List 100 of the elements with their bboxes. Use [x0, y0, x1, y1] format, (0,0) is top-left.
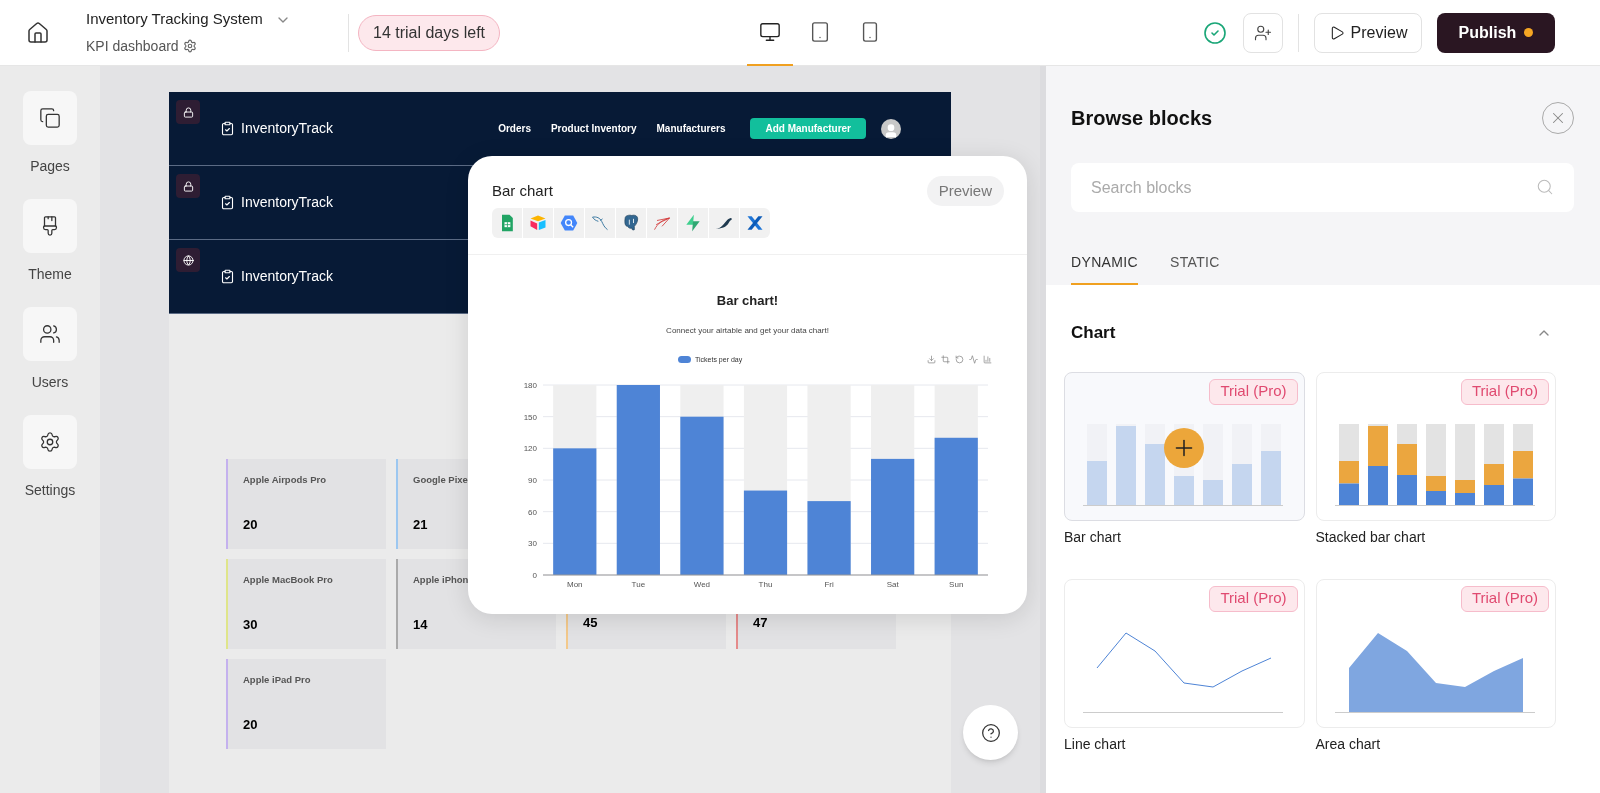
- lock-icon: [182, 180, 194, 192]
- tab[interactable]: STATIC: [1170, 252, 1220, 285]
- trial-badge: Trial (Pro): [1460, 585, 1549, 612]
- product-name: Google Pixe: [413, 473, 468, 487]
- users-icon: [39, 323, 61, 345]
- block-label: Bar chart: [1064, 527, 1122, 547]
- x-tick-label: Sun: [948, 580, 963, 589]
- check-circle-icon: [1203, 20, 1227, 45]
- bar: [1145, 443, 1165, 506]
- sidebar-button[interactable]: [23, 307, 77, 361]
- y-tick-label: 150: [523, 412, 537, 422]
- sidebar-label[interactable]: Settings: [24, 480, 76, 501]
- trial-badge: Trial (Pro): [1460, 378, 1549, 405]
- stock-count: 30: [243, 616, 258, 635]
- stock-count: 14: [413, 616, 428, 635]
- pages-icon: [39, 107, 61, 129]
- bar-segment: [1483, 484, 1504, 506]
- legend-swatch: [678, 356, 691, 364]
- x-tick-label: Sat: [886, 580, 899, 589]
- block-label: Line chart: [1064, 734, 1127, 754]
- page-name: KPI dashboard: [86, 36, 179, 56]
- bar-segment: [1483, 463, 1504, 485]
- avatar[interactable]: [881, 118, 901, 139]
- visibility-badge[interactable]: [176, 100, 200, 124]
- product-name: Apple MacBook Pro: [243, 573, 333, 587]
- bar-segment: [1338, 483, 1359, 506]
- sidebar-button[interactable]: [23, 415, 77, 469]
- x-tick-label: Wed: [693, 580, 710, 589]
- app-title: Inventory Tracking System: [86, 9, 263, 30]
- search-field[interactable]: Search blocks: [1071, 163, 1574, 212]
- section-title: Chart: [1071, 322, 1116, 344]
- popup-title: Bar chart: [492, 180, 553, 201]
- bar-segment: [1367, 465, 1388, 506]
- stock-count: 21: [413, 516, 428, 535]
- preview-button[interactable]: Preview: [1314, 12, 1422, 53]
- user-plus-icon: [1254, 23, 1272, 42]
- chart-title: Bar chart!: [716, 292, 779, 310]
- sidebar-button[interactable]: [23, 199, 77, 253]
- clipboard-icon: [220, 269, 235, 284]
- trial-badge: Trial (Pro): [1209, 378, 1298, 405]
- sidebar-button[interactable]: [23, 91, 77, 145]
- chart-subtitle: Connect your airtable and get your data chart!: [666, 324, 829, 337]
- home-icon[interactable]: [26, 20, 50, 45]
- product-name: Apple iPhon: [413, 573, 469, 587]
- y-tick-label: 0: [532, 571, 537, 580]
- x-tick-label: Mon: [566, 580, 583, 589]
- settings-icon: [39, 431, 61, 453]
- brand-name: InventoryTrack: [241, 193, 334, 212]
- x-tick-label: Fri: [823, 580, 834, 589]
- tab[interactable]: DYNAMIC: [1071, 252, 1138, 285]
- brand-name: InventoryTrack: [241, 119, 334, 138]
- bar-segment: [1512, 450, 1533, 478]
- stock-count: 20: [243, 516, 258, 535]
- trial-badge: 14 trial days left: [358, 14, 501, 51]
- x-tick-label: Thu: [758, 580, 772, 589]
- sidebar-label[interactable]: Users: [31, 372, 69, 393]
- bar-segment: [1396, 443, 1417, 475]
- brand-name: InventoryTrack: [241, 267, 334, 286]
- help-button[interactable]: [963, 705, 1018, 760]
- preview-button[interactable]: Preview: [926, 176, 1004, 206]
- publish-button[interactable]: Publish: [1437, 12, 1555, 53]
- block-label: Area chart: [1315, 734, 1382, 754]
- bar: [1261, 450, 1281, 506]
- y-tick-label: 90: [527, 476, 537, 485]
- nav-link[interactable]: Manufacturers: [656, 121, 726, 136]
- bar-segment: [1338, 460, 1359, 483]
- bar: [1232, 463, 1252, 506]
- sidebar-label[interactable]: Pages: [30, 156, 70, 177]
- block-label: Stacked bar chart: [1315, 527, 1427, 547]
- bar: [1203, 479, 1223, 506]
- panel-title: Browse blocks: [1071, 106, 1213, 131]
- stock-count: 45: [583, 614, 598, 632]
- visibility-badge[interactable]: [176, 248, 200, 272]
- line-chart-icon[interactable]: [969, 355, 978, 365]
- download-icon[interactable]: [927, 355, 936, 365]
- trial-badge: Trial (Pro): [1209, 585, 1298, 612]
- settings-icon[interactable]: [182, 39, 197, 54]
- y-tick-label: 60: [527, 507, 537, 517]
- y-tick-label: 30: [527, 539, 537, 549]
- invite-user-button[interactable]: [1243, 12, 1283, 53]
- x-tick-label: Tue: [631, 580, 645, 589]
- stock-count: 20: [243, 716, 258, 735]
- bar: [1174, 475, 1194, 506]
- product-name: Apple Airpods Pro: [243, 473, 327, 487]
- nav-link[interactable]: Product Inventory: [550, 121, 637, 136]
- lock-icon: [182, 106, 194, 118]
- bar: [1087, 460, 1107, 506]
- y-tick-label: 180: [523, 381, 537, 390]
- desktop-icon: [759, 20, 782, 43]
- sidebar-label[interactable]: Theme: [28, 264, 72, 285]
- nav-link[interactable]: Orders: [498, 121, 531, 136]
- help-icon: [980, 722, 1001, 743]
- add-block-button[interactable]: [1164, 427, 1204, 468]
- visibility-badge[interactable]: [176, 174, 200, 198]
- bar-segment: [1396, 474, 1417, 506]
- product-name: Apple iPad Pro: [243, 673, 311, 687]
- globe-icon: [182, 254, 194, 266]
- clipboard-icon: [220, 121, 235, 136]
- bar-segment: [1367, 425, 1388, 466]
- stock-count: 47: [753, 614, 768, 632]
